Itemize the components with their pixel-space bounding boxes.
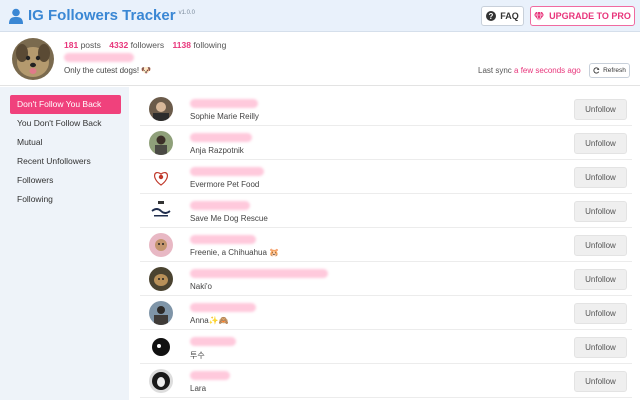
blurred-username bbox=[190, 235, 256, 244]
nav-you-dont-follow-back[interactable]: You Don't Follow Back bbox=[10, 114, 121, 133]
blurred-username bbox=[190, 371, 230, 380]
list-item: Naki'o Unfollow bbox=[140, 262, 632, 296]
avatar bbox=[149, 335, 173, 359]
blurred-username bbox=[190, 99, 258, 108]
posts-label: posts bbox=[80, 40, 101, 50]
display-name: Lara bbox=[190, 384, 207, 393]
sidebar: Don't Follow You Back You Don't Follow B… bbox=[0, 87, 129, 400]
unfollow-button[interactable]: Unfollow bbox=[574, 269, 627, 290]
nav-mutual[interactable]: Mutual bbox=[10, 133, 121, 152]
svg-text:?: ? bbox=[489, 12, 494, 21]
list-item: Freenie, a Chihuahua 🐹 Unfollow bbox=[140, 228, 632, 262]
refresh-icon bbox=[593, 67, 600, 74]
display-name: Naki'o bbox=[190, 282, 212, 291]
nav-recent-unfollowers[interactable]: Recent Unfollowers bbox=[10, 152, 121, 171]
profile-stats: 181 posts 4332 followers 1138 following bbox=[64, 40, 226, 50]
list-item: Lara Unfollow bbox=[140, 364, 632, 398]
unfollow-button[interactable]: Unfollow bbox=[574, 371, 627, 392]
last-sync: Last sync a few seconds ago bbox=[478, 66, 581, 75]
app-version: v1.0.0 bbox=[178, 9, 195, 16]
list-item: Anja Razpotnik Unfollow bbox=[140, 126, 632, 160]
refresh-label: Refresh bbox=[603, 67, 626, 74]
display-name: Evermore Pet Food bbox=[190, 180, 260, 189]
unfollow-button[interactable]: Unfollow bbox=[574, 201, 627, 222]
unfollow-button[interactable]: Unfollow bbox=[574, 133, 627, 154]
list-item: 투수 Unfollow bbox=[140, 330, 632, 364]
following-count: 1138 bbox=[172, 40, 191, 50]
faq-label: FAQ bbox=[500, 11, 519, 21]
question-icon: ? bbox=[486, 11, 497, 21]
unfollow-button[interactable]: Unfollow bbox=[574, 235, 627, 256]
list-item: Save Me Dog Rescue Unfollow bbox=[140, 194, 632, 228]
display-name: Anna✨🙈 bbox=[190, 316, 229, 325]
nav-dont-follow-you-back[interactable]: Don't Follow You Back bbox=[10, 95, 121, 114]
unfollow-button[interactable]: Unfollow bbox=[574, 303, 627, 324]
blurred-username bbox=[190, 269, 328, 278]
diamond-icon bbox=[534, 11, 545, 21]
app-title: IG Followers Tracker bbox=[28, 7, 176, 24]
unfollow-button[interactable]: Unfollow bbox=[574, 167, 627, 188]
upgrade-to-pro-button[interactable]: UPGRADE TO PRO bbox=[530, 6, 635, 26]
followers-count: 4332 bbox=[109, 40, 129, 50]
profile-panel: 181 posts 4332 followers 1138 following … bbox=[0, 33, 640, 86]
display-name: 투수 bbox=[190, 351, 205, 360]
blurred-username bbox=[190, 303, 256, 312]
avatar bbox=[149, 131, 173, 155]
avatar bbox=[149, 267, 173, 291]
upgrade-label: UPGRADE TO PRO bbox=[549, 11, 631, 21]
display-name: Anja Razpotnik bbox=[190, 146, 244, 155]
posts-count: 181 bbox=[64, 40, 79, 50]
user-icon bbox=[9, 8, 23, 24]
list-item: Sophie Marie Reilly Unfollow bbox=[140, 92, 632, 126]
blurred-username bbox=[64, 53, 134, 62]
list-item: Evermore Pet Food Unfollow bbox=[140, 160, 632, 194]
list-item: Anna✨🙈 Unfollow bbox=[140, 296, 632, 330]
blurred-username bbox=[190, 133, 252, 142]
nav-followers[interactable]: Followers bbox=[10, 171, 121, 190]
profile-bio: Only the cutest dogs! 🐶 bbox=[64, 66, 152, 75]
nav-following[interactable]: Following bbox=[10, 190, 121, 209]
avatar bbox=[149, 199, 173, 223]
avatar bbox=[149, 233, 173, 257]
following-label: following bbox=[193, 40, 227, 50]
blurred-username bbox=[190, 337, 236, 346]
app-header: IG Followers Tracker v1.0.0 ? FAQ UPGRAD… bbox=[0, 0, 640, 32]
sync-time: a few seconds ago bbox=[514, 66, 581, 75]
blurred-username bbox=[190, 201, 250, 210]
avatar bbox=[149, 369, 173, 393]
unfollow-button[interactable]: Unfollow bbox=[574, 337, 627, 358]
display-name: Freenie, a Chihuahua 🐹 bbox=[190, 248, 280, 257]
unfollow-button[interactable]: Unfollow bbox=[574, 99, 627, 120]
followers-label: followers bbox=[130, 40, 165, 50]
brand: IG Followers Tracker v1.0.0 bbox=[9, 7, 195, 24]
avatar bbox=[149, 165, 173, 189]
display-name: Sophie Marie Reilly bbox=[190, 112, 259, 121]
blurred-username bbox=[190, 167, 264, 176]
avatar bbox=[149, 301, 173, 325]
display-name: Save Me Dog Rescue bbox=[190, 214, 268, 223]
refresh-button[interactable]: Refresh bbox=[589, 63, 630, 78]
sync-label: Last sync bbox=[478, 66, 512, 75]
faq-button[interactable]: ? FAQ bbox=[481, 6, 524, 26]
avatar bbox=[149, 97, 173, 121]
profile-avatar bbox=[12, 38, 54, 80]
